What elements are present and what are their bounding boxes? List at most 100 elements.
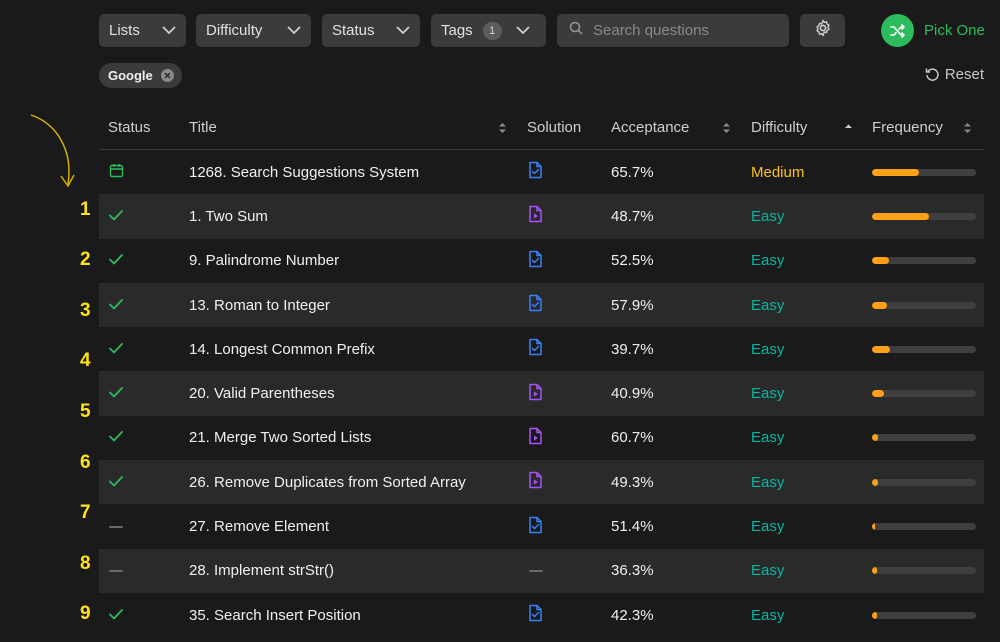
frequency-cell [872, 150, 976, 194]
frequency-fill [872, 611, 878, 619]
frequency-fill [872, 301, 887, 309]
table-body: 1268. Search Suggestions System 65.7% Medi… [99, 150, 984, 637]
remove-chip-icon[interactable] [160, 69, 174, 82]
difficulty-value: Easy [751, 429, 785, 447]
difficulty-value: Medium [751, 163, 805, 181]
frequency-cell [872, 549, 976, 593]
table-row[interactable]: 13. Roman to Integer 57.9% Easy [99, 282, 984, 328]
status-cell [109, 239, 123, 283]
status-cell [109, 416, 123, 460]
tags-count-badge: 1 [482, 21, 502, 40]
problem-title[interactable]: 9. Palindrome Number [189, 239, 339, 283]
problem-title[interactable]: 21. Merge Two Sorted Lists [189, 416, 371, 460]
frequency-bar [872, 478, 976, 486]
chip-label: Google [108, 68, 153, 83]
table-row[interactable]: 27. Remove Element 51.4% Easy [99, 504, 984, 548]
problem-title[interactable]: 26. Remove Duplicates from Sorted Array [189, 460, 466, 504]
table-row[interactable]: 9. Palindrome Number 52.5% Easy [99, 239, 984, 283]
problem-title[interactable]: 13. Roman to Integer [189, 283, 330, 327]
solution-video-icon[interactable] [528, 383, 543, 405]
col-frequency[interactable]: Frequency [872, 119, 943, 136]
lists-label: Lists [109, 22, 140, 39]
shuffle-icon [881, 14, 914, 47]
solved-check-icon [109, 607, 123, 624]
table-row[interactable]: 21. Merge Two Sorted Lists 60.7% Easy [99, 416, 984, 460]
frequency-bar [872, 523, 976, 531]
gear-icon [814, 19, 832, 42]
problem-title[interactable]: 14. Longest Common Prefix [189, 327, 375, 371]
solution-article-icon[interactable] [528, 161, 543, 183]
problem-title[interactable]: 27. Remove Element [189, 504, 329, 548]
col-difficulty[interactable]: Difficulty [751, 119, 807, 136]
solution-article-icon[interactable] [528, 516, 543, 538]
solution-video-icon[interactable] [528, 471, 543, 493]
lists-dropdown[interactable]: Lists [99, 14, 186, 47]
solution-article-icon[interactable] [528, 250, 543, 272]
table-row[interactable]: 1268. Search Suggestions System 65.7% Medi… [99, 150, 984, 194]
problem-title[interactable]: 28. Implement strStr() [189, 549, 334, 593]
frequency-bar [872, 390, 976, 398]
table-row[interactable]: 20. Valid Parentheses 40.9% Easy [99, 371, 984, 416]
solution-video-icon[interactable] [528, 427, 543, 449]
problem-title[interactable]: 1. Two Sum [189, 194, 268, 238]
sort-icon[interactable] [963, 121, 972, 138]
frequency-cell [872, 460, 976, 504]
acceptance-value: 57.9% [611, 296, 654, 314]
settings-button[interactable] [800, 14, 845, 47]
frequency-cell [872, 416, 976, 460]
solution-video-icon[interactable] [528, 205, 543, 227]
problem-title[interactable]: 1268. Search Suggestions System [189, 150, 419, 194]
difficulty-value: Easy [751, 340, 785, 358]
col-solution: Solution [527, 119, 582, 136]
solution-cell [528, 239, 543, 283]
problem-title[interactable]: 35. Search Insert Position [189, 593, 361, 637]
frequency-cell [872, 327, 976, 371]
solved-check-icon [109, 208, 123, 225]
frequency-cell [872, 593, 976, 637]
difficulty-value: Easy [751, 207, 785, 225]
difficulty-value: Easy [751, 252, 785, 270]
annotation-number: 4 [80, 350, 91, 371]
annotation-number: 8 [80, 553, 91, 574]
table-row[interactable]: 26. Remove Duplicates from Sorted Array 4… [99, 460, 984, 505]
difficulty-label: Difficulty [206, 22, 263, 39]
solution-cell [528, 460, 543, 504]
solution-article-icon[interactable] [528, 338, 543, 360]
problem-title[interactable]: 20. Valid Parentheses [189, 371, 335, 415]
frequency-cell [872, 371, 976, 415]
difficulty-value: Easy [751, 385, 785, 403]
solution-article-icon[interactable] [528, 294, 543, 316]
col-acceptance[interactable]: Acceptance [611, 119, 689, 136]
difficulty-value: Easy [751, 296, 785, 314]
sort-icon[interactable] [498, 121, 507, 138]
tags-dropdown[interactable]: Tags 1 [431, 14, 546, 47]
table-row[interactable]: 35. Search Insert Position 42.3% Easy [99, 593, 984, 637]
frequency-fill [872, 212, 930, 220]
pick-one-button[interactable]: Pick One [881, 14, 985, 47]
reset-button[interactable]: Reset [925, 66, 984, 83]
status-dropdown[interactable]: Status [322, 14, 420, 47]
table-row[interactable]: 14. Longest Common Prefix 39.7% Easy [99, 327, 984, 371]
sort-icon[interactable] [722, 121, 731, 138]
col-title[interactable]: Title [189, 119, 217, 136]
sort-asc-icon[interactable] [844, 121, 853, 138]
search-input[interactable] [593, 22, 773, 39]
search-box[interactable] [557, 14, 789, 47]
status-cell [109, 593, 123, 637]
annotation-number: 9 [80, 603, 91, 624]
reset-icon [925, 68, 939, 81]
problem-table: Status Title Solution Acceptance Difficu… [99, 105, 984, 637]
solution-cell [528, 327, 543, 371]
active-filter-chip: Google [99, 63, 182, 88]
frequency-cell [872, 283, 976, 327]
solution-article-icon[interactable] [528, 604, 543, 626]
difficulty-dropdown[interactable]: Difficulty [196, 14, 311, 47]
status-cell [109, 283, 123, 327]
frequency-cell [872, 239, 976, 283]
acceptance-value: 49.3% [611, 473, 654, 491]
table-row[interactable]: 28. Implement strStr() 36.3% Easy [99, 548, 984, 593]
annotation-arrow-icon [30, 114, 75, 188]
annotation-number: 3 [80, 300, 91, 321]
table-row[interactable]: 1. Two Sum 48.7% Easy [99, 194, 984, 239]
acceptance-value: 48.7% [611, 207, 654, 225]
